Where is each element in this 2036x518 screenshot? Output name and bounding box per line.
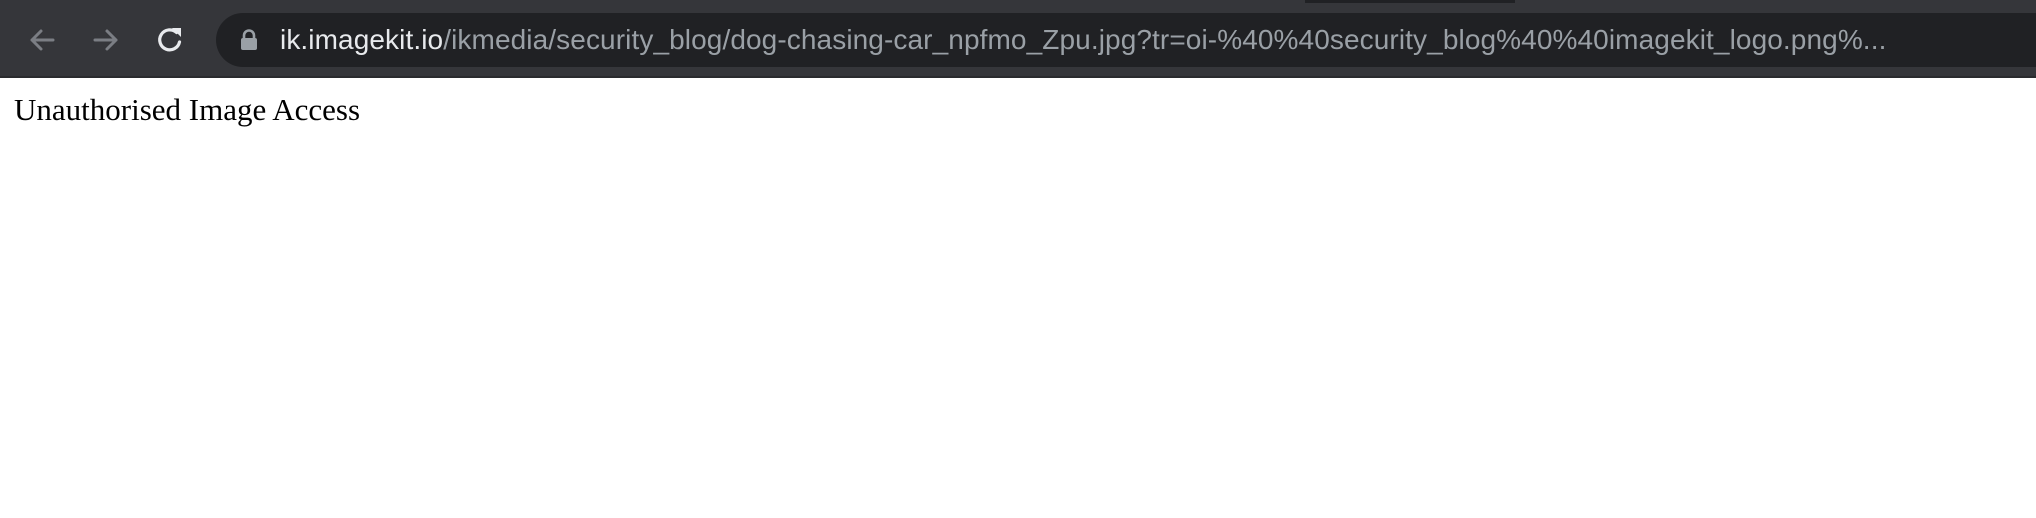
tab-strip-edge — [0, 0, 2036, 3]
forward-button[interactable] — [84, 18, 128, 62]
url-text[interactable]: ik.imagekit.io/ikmedia/security_blog/dog… — [280, 13, 1886, 67]
address-bar[interactable]: ik.imagekit.io/ikmedia/security_blog/dog… — [216, 13, 2036, 67]
url-path: /ikmedia/security_blog/dog-chasing-car_n… — [443, 24, 1887, 55]
reload-icon — [158, 28, 182, 52]
reload-button[interactable] — [148, 18, 192, 62]
url-host: ik.imagekit.io — [280, 24, 444, 55]
page-content: Unauthorised Image Access — [0, 78, 2036, 518]
back-button[interactable] — [20, 18, 64, 62]
error-message: Unauthorised Image Access — [14, 92, 361, 127]
arrow-right-icon — [93, 29, 118, 51]
arrow-left-icon — [30, 29, 55, 51]
browser-toolbar: ik.imagekit.io/ikmedia/security_blog/dog… — [0, 0, 2036, 78]
lock-icon[interactable] — [240, 29, 258, 51]
